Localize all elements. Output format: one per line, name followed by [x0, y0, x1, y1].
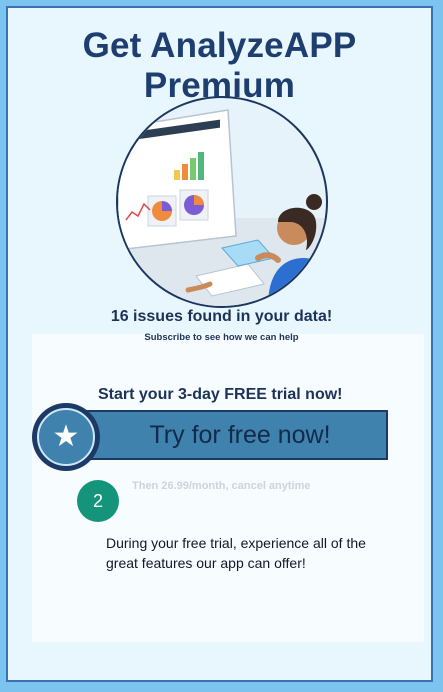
chart-bar	[198, 152, 204, 180]
feature-description: During your free trial, experience all o…	[106, 535, 366, 571]
step-number-badge: 2	[77, 480, 119, 522]
page-title: Get AnalyzeAPP Premium	[82, 26, 357, 105]
hero-illustration	[116, 96, 328, 308]
analytics-dashboard-illustration	[118, 109, 326, 306]
subscribe-subtitle: Subscribe to see how we can help	[144, 332, 299, 343]
trial-heading: Start your 3-day FREE trial now!	[98, 386, 343, 403]
chart-bar	[174, 170, 180, 180]
try-for-free-button[interactable]: Try for free now!	[62, 410, 388, 460]
star-icon: ★	[37, 408, 95, 466]
try-button-label: Try for free now!	[149, 420, 331, 449]
star-badge: ★	[32, 403, 100, 471]
chart-bar	[190, 158, 196, 180]
price-note: Then 26.99/month, cancel anytime	[132, 480, 311, 492]
premium-card: Get AnalyzeAPP Premium	[6, 6, 433, 682]
chart-bar	[182, 164, 188, 180]
issues-found-text: 16 issues found in your data!	[110, 308, 333, 325]
